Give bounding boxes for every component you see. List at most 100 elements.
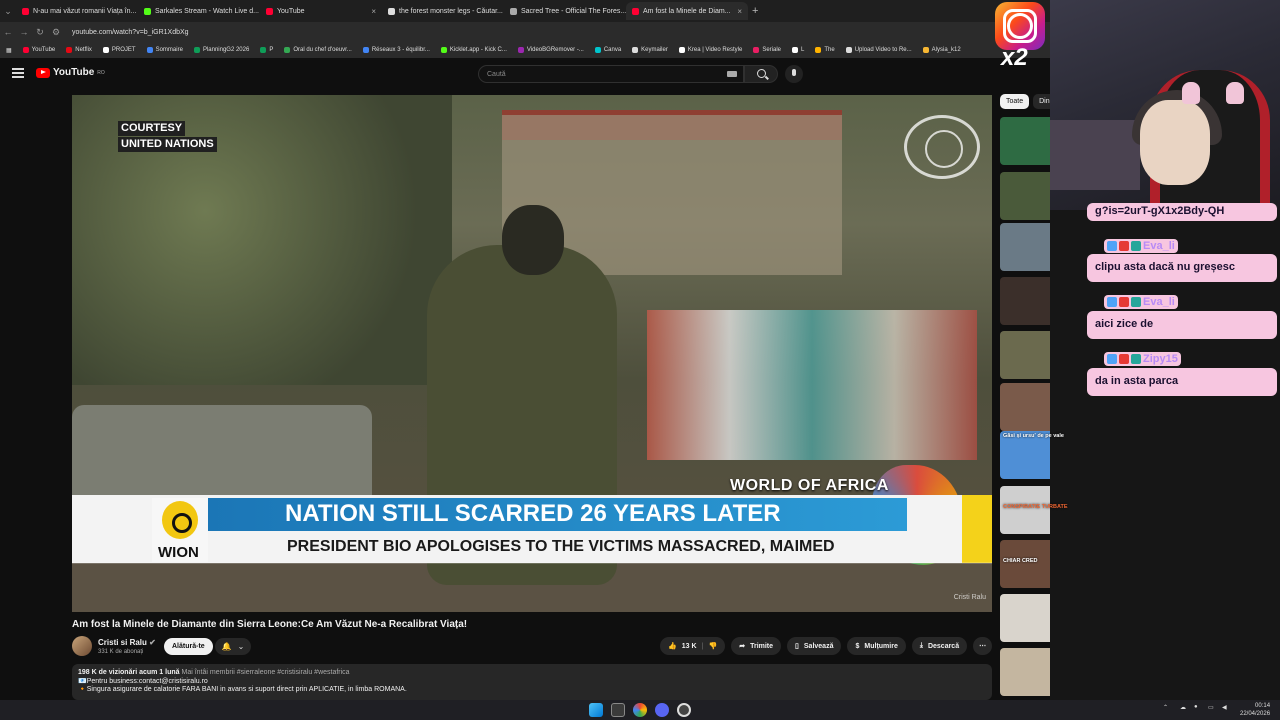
thumb-caption-vaca: Găsi și ursu' de pe vale [1003,433,1064,439]
browser-tab[interactable]: the forest monster legs - Căutar...× [382,2,504,20]
chrome-icon[interactable] [633,703,647,717]
description-box[interactable]: 198 K de vizionări acum 1 lună Mai întâi… [72,664,992,700]
chat-message: g?is=2urT-gX1x2Bdy-QH [1087,203,1277,221]
bookmark-label: Canva [603,47,622,53]
thumb-caption-conspiratie: CONSPIRATIE TURBATE [1003,504,1068,510]
bookmark-label: Krea | Video Restyle [687,47,743,53]
browser-tab[interactable]: N-au mai văzut romanii Viața în...× [16,2,138,20]
save-button[interactable]: ▯ Salvează [787,637,842,655]
thanks-button[interactable]: $ Mulțumire [847,637,906,655]
keyboard-icon[interactable] [727,71,737,77]
join-button[interactable]: Alătură-te [164,638,213,655]
bookmark-label: VideoBGRemover -... [526,47,584,53]
site-info-icon[interactable]: ⚙ [48,27,64,38]
bookmark-item[interactable]: Sommaire [146,47,183,53]
bookmark-favicon-icon [632,47,639,53]
bookmark-item[interactable]: P [260,47,273,53]
bookmark-favicon-icon [517,47,524,53]
search-input[interactable]: Caută [478,65,744,83]
news-subheadline: PRESIDENT BIO APOLOGISES TO THE VICTIMS … [287,538,835,555]
tab-search-icon[interactable]: ⌄ [0,6,16,17]
bookmark-item[interactable]: L [792,47,804,53]
more-icon: ⋯ [979,643,987,650]
bookmark-item[interactable]: VideoBGRemover -... [517,47,584,53]
download-icon: ⤓ [919,642,923,649]
browser-tab[interactable]: YouTube × [260,2,382,20]
video-player[interactable]: COURTESY UNITED NATIONS WORLD OF AFRICA … [72,95,992,612]
browser-tab[interactable]: Sacred Tree - Official The Fores...× [504,2,626,20]
tab-favicon-icon [632,7,639,15]
back-icon[interactable]: ← [0,27,16,37]
discord-icon[interactable] [655,703,669,717]
webcam-shelf [1050,120,1140,190]
bookmark-item[interactable]: PlanningG2 2026 [193,47,249,53]
video-progress-bar[interactable] [72,562,992,564]
region-code: RO [97,69,105,76]
tab-close-icon[interactable]: × [737,7,742,16]
bookmark-item[interactable]: Oral du chef d'oeuvr... [284,47,352,53]
description-tags[interactable]: #sierraleone #cristisiralu #westafrica [237,669,350,676]
mic-tray-icon[interactable]: ● [1194,704,1198,710]
browser-tab[interactable]: Am fost la Minele de Diam... × [626,2,748,20]
channel-name[interactable]: Cristi si Ralu ✔ [98,638,156,647]
url-field[interactable]: youtube.com/watch?v=b_iGR1XdbXg [72,29,189,36]
notifications-button[interactable]: 🔔 ⌄ [215,638,251,655]
bookmark-item[interactable]: Réseaux 3 - équilibr... [362,47,430,53]
chip-all[interactable]: Toate [1000,94,1030,109]
wion-logo-mark [162,501,198,539]
more-actions-button[interactable]: ⋯ [973,637,993,655]
chat-badge-icon [1131,241,1141,251]
start-icon[interactable] [589,703,603,717]
volume-icon[interactable]: ◀ [1222,704,1227,711]
youtube-logo-text: YouTube [53,67,95,78]
cloud-icon[interactable]: ☁ [1180,704,1186,711]
tab-title: the forest monster legs - Căutar... [399,7,503,15]
network-icon[interactable]: ▭ [1208,704,1214,711]
windows-taskbar: ⌃ ☁ ● ▭ ◀ 00:14 22/04/2026 [0,700,1280,720]
bookmark-item[interactable]: Alysia_k12 [922,47,961,53]
new-tab-button[interactable]: + [752,5,758,17]
bookmark-item[interactable]: Upload Video to Re... [845,47,912,53]
bookmark-item[interactable]: Netflix [66,47,92,53]
bookmark-item[interactable]: Keymailer [632,47,668,53]
search-button[interactable] [744,65,778,83]
tab-close-icon[interactable]: × [371,7,376,16]
thanks-icon: $ [855,642,860,650]
bookmark-item[interactable]: Kicklet.app - Kick C... [440,47,507,53]
like-button[interactable]: 👍 13 K | 👎 [660,637,726,655]
bookmark-favicon-icon [845,47,852,53]
thumbs-down-icon[interactable]: 👎 [708,642,717,650]
channel-name-text: Cristi si Ralu [98,638,147,647]
voice-search-icon[interactable] [785,65,803,83]
file-explorer-icon[interactable] [611,703,625,717]
share-button[interactable]: ➦ Trimite [731,637,782,655]
chat-username-text: Eva_li [1143,240,1175,252]
obs-icon[interactable] [677,703,691,717]
bookmark-item[interactable]: The [815,47,835,53]
channel-avatar[interactable] [72,636,92,656]
bookmark-label: YouTube [31,47,56,53]
apps-icon[interactable]: ▦ [6,47,12,54]
bookmark-favicon-icon [753,47,760,53]
bookmark-item[interactable]: Canva [594,47,622,53]
reload-icon[interactable]: ↻ [32,27,48,38]
bookmark-item[interactable]: Seriale [753,47,781,53]
tray-chevron-icon[interactable]: ⌃ [1163,704,1168,711]
browser-tab[interactable]: Sarkales Stream - Watch Live d...× [138,2,260,20]
download-button[interactable]: ⤓ Descarcă [911,637,968,655]
bookmark-favicon-icon [440,47,447,53]
chat-badge-icon [1119,354,1129,364]
forward-icon[interactable]: → [16,27,32,37]
bookmark-label: L [801,47,805,53]
webcam-face [1140,100,1210,185]
bookmark-item[interactable]: Krea | Video Restyle [678,47,743,53]
tab-strip: N-au mai văzut romanii Viața în...×Sarka… [16,2,748,20]
bookmark-favicon-icon [193,47,200,53]
youtube-logo[interactable]: YouTube RO [36,67,105,78]
system-clock[interactable]: 00:14 22/04/2026 [1240,702,1270,718]
members-first-label: Mai întâi membrii [181,669,235,676]
thumb-caption-chiar-cred: CHIAR CRED [1003,558,1038,564]
menu-icon[interactable] [12,68,24,78]
bookmark-item[interactable]: PROJET [102,47,136,53]
bookmark-item[interactable]: YouTube [22,47,56,53]
